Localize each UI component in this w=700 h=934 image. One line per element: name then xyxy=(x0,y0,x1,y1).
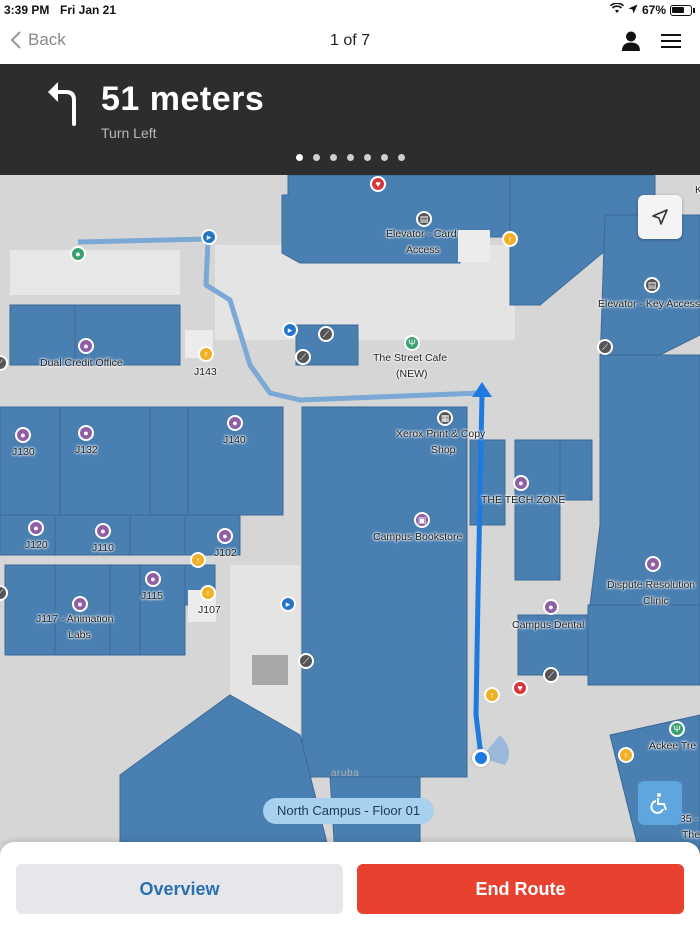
print-icon[interactable]: ▦ xyxy=(437,410,453,426)
map-watermark: aruba xyxy=(331,768,360,779)
label-elevator-card-2: Access xyxy=(406,244,440,256)
bottom-action-sheet: Overview End Route xyxy=(0,842,700,934)
app-root: 3:39 PM Fri Jan 21 67% Back 1 of 7 51 me… xyxy=(0,0,700,934)
step-dot-5[interactable] xyxy=(363,154,371,161)
label-edge-the: The xyxy=(682,829,700,841)
restroom-icon[interactable]: ♀ xyxy=(198,346,214,362)
label-bookstore: Campus Bookstore xyxy=(373,531,463,543)
location-pin-icon-techzone[interactable]: ● xyxy=(513,475,529,491)
exit-icon-2[interactable]: ▸ xyxy=(282,322,298,338)
profile-icon[interactable] xyxy=(620,30,642,52)
heart-poi-icon[interactable]: ♥ xyxy=(370,176,386,192)
label-xerox-1: Xerox Print & Copy xyxy=(396,428,486,440)
stairs-icon-2[interactable]: ⟋ xyxy=(295,349,311,365)
floor-plan-drawing xyxy=(0,175,700,855)
location-pin-icon[interactable]: ● xyxy=(78,338,94,354)
label-dispute-2: Clinic xyxy=(643,595,669,607)
restroom-icon-2[interactable]: ♀ xyxy=(200,585,216,601)
label-dual-credit: Dual Credit Office xyxy=(40,357,123,369)
label-j132: J132 xyxy=(75,444,98,456)
label-edge-k: K xyxy=(695,184,700,196)
battery-icon xyxy=(670,4,695,16)
restaurant-icon[interactable]: ● xyxy=(70,246,86,262)
exit-icon-3[interactable]: ▸ xyxy=(280,596,296,612)
step-counter-title: 1 of 7 xyxy=(329,32,371,49)
label-j115: J115 xyxy=(141,590,163,602)
stairs-poi-icon-2[interactable]: ↑ xyxy=(190,552,206,568)
status-bar: 3:39 PM Fri Jan 21 67% xyxy=(0,0,700,20)
floor-map[interactable]: ♥ ▤ ↑ ▸ ● ▤ ▸ ⟋ ⟋ Ψ ● ♀ ⟋ ⟋ ▦ ● ● ● ● ▣ … xyxy=(0,175,700,855)
accessibility-button[interactable] xyxy=(638,781,682,825)
label-elevator-card-1: Elevator - Card xyxy=(386,228,457,240)
step-dot-6[interactable] xyxy=(380,154,388,161)
location-pin-icon-j140[interactable]: ● xyxy=(227,415,243,431)
direction-banner: 51 meters Turn Left xyxy=(0,64,700,175)
stairs-icon-5[interactable]: ⟋ xyxy=(543,667,559,683)
step-dot-2[interactable] xyxy=(312,154,320,161)
label-j117-2: Labs xyxy=(68,629,91,641)
label-dental: Campus Dental xyxy=(512,619,585,631)
wifi-icon xyxy=(609,2,625,17)
label-tech-zone: THE TECH ZONE xyxy=(481,494,566,506)
location-pin-icon-j120[interactable]: ● xyxy=(28,520,44,536)
location-pin-icon-j115[interactable]: ● xyxy=(145,571,161,587)
route-instruction: Turn Left xyxy=(101,125,157,141)
battery-percent: 67% xyxy=(641,3,666,17)
label-j110: J110 xyxy=(92,542,114,554)
recenter-location-button[interactable] xyxy=(638,195,682,239)
stairs-poi-icon-3[interactable]: ↑ xyxy=(484,687,500,703)
label-j107: J107 xyxy=(198,604,221,616)
hamburger-menu-icon[interactable] xyxy=(660,32,682,50)
current-location-marker xyxy=(472,749,490,767)
dining-icon-2[interactable]: Ψ xyxy=(669,721,685,737)
stairs-icon-4[interactable]: ⟋ xyxy=(298,653,314,669)
floor-selector-badge[interactable]: North Campus - Floor 01 xyxy=(263,798,435,824)
stairs-icon[interactable]: ⟋ xyxy=(318,326,334,342)
label-j117-1: J117 - Animation xyxy=(36,613,114,625)
label-street-cafe-2: (NEW) xyxy=(396,368,428,380)
location-pin-icon-j130[interactable]: ● xyxy=(15,427,31,443)
status-time: 3:39 PM xyxy=(4,3,50,17)
label-j130: J130 xyxy=(12,446,35,458)
shopping-bag-icon[interactable]: ▣ xyxy=(414,512,430,528)
step-dot-1[interactable] xyxy=(295,154,303,161)
step-dot-3[interactable] xyxy=(329,154,337,161)
exit-icon[interactable]: ▸ xyxy=(201,229,217,245)
location-pin-icon-j132[interactable]: ● xyxy=(78,425,94,441)
status-date: Fri Jan 21 xyxy=(60,3,117,17)
stairs-poi-icon[interactable]: ↑ xyxy=(502,231,518,247)
step-dot-4[interactable] xyxy=(346,154,354,161)
location-pin-icon-dispute[interactable]: ● xyxy=(645,556,661,572)
location-pin-icon-dental[interactable]: ● xyxy=(543,599,559,615)
route-distance: 51 meters xyxy=(101,80,265,118)
label-xerox-2: Shop xyxy=(431,444,456,456)
label-j140: J140 xyxy=(223,434,246,446)
status-right: 67% xyxy=(609,2,695,17)
navigation-arrow-icon xyxy=(652,209,668,225)
heart-poi-icon-2[interactable]: ♥ xyxy=(512,680,528,696)
location-pin-icon-j117[interactable]: ● xyxy=(72,596,88,612)
nav-bar: Back 1 of 7 xyxy=(0,20,700,64)
restroom-icon-3[interactable]: ♀ xyxy=(618,747,634,763)
location-arrow-icon xyxy=(628,3,638,17)
label-ackee: Ackee Tre xyxy=(649,740,697,752)
overview-button[interactable]: Overview xyxy=(16,864,343,914)
label-elevator-key: Elevator - Key Access xyxy=(598,298,700,310)
stairs-icon-3[interactable]: ⟋ xyxy=(597,339,613,355)
label-dispute-1: Dispute Resolution xyxy=(607,579,696,591)
elevator-icon-key[interactable]: ▤ xyxy=(644,277,660,293)
label-j143: J143 xyxy=(194,366,217,378)
dining-icon[interactable]: Ψ xyxy=(404,335,420,351)
elevator-icon[interactable]: ▤ xyxy=(416,211,432,227)
end-route-button[interactable]: End Route xyxy=(357,864,684,914)
location-pin-icon-j102[interactable]: ● xyxy=(217,528,233,544)
wheelchair-icon xyxy=(650,793,667,814)
label-j102: J102 xyxy=(214,547,237,559)
step-pager xyxy=(0,154,700,161)
location-pin-icon-j110[interactable]: ● xyxy=(95,523,111,539)
step-dot-7[interactable] xyxy=(397,154,405,161)
turn-left-arrow-icon xyxy=(48,82,76,126)
label-street-cafe-1: The Street Cafe xyxy=(373,352,448,364)
label-j120: J120 xyxy=(25,539,48,551)
